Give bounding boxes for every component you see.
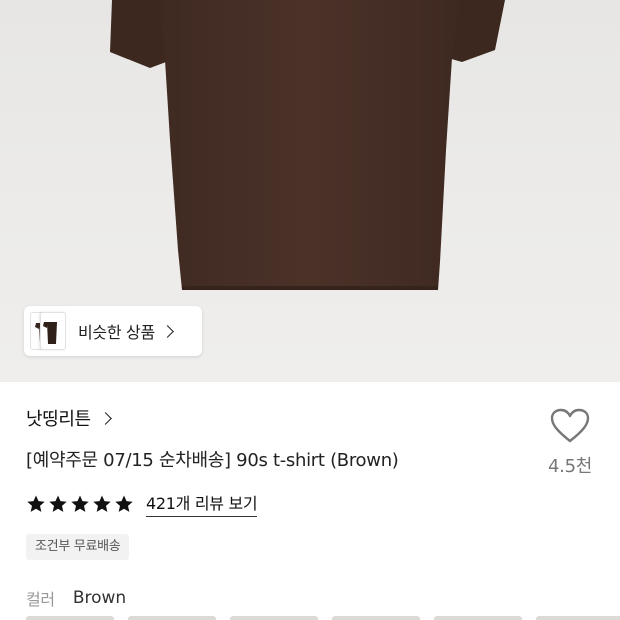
heart-icon	[550, 408, 590, 443]
similar-products-label: 비슷한 상품	[78, 323, 155, 342]
shipping-badge: 조건부 무료배송	[26, 534, 130, 560]
wishlist-button[interactable]: 4.5천	[538, 408, 602, 488]
option-label: 컬러	[26, 590, 55, 609]
color-swatch[interactable]	[332, 616, 420, 620]
chevron-right-icon	[161, 324, 174, 338]
similar-thumb-2	[40, 312, 66, 350]
brand-name: 낫띵리튼	[26, 409, 91, 430]
wishlist-count: 4.5천	[548, 456, 592, 477]
review-link[interactable]: 421개 리뷰 보기	[146, 490, 258, 517]
color-swatches	[26, 616, 620, 620]
similar-thumbnails	[24, 306, 68, 356]
color-swatch[interactable]	[128, 616, 216, 620]
star-icon	[115, 495, 133, 512]
color-swatch[interactable]	[434, 616, 522, 620]
similar-products-button[interactable]: 비슷한 상품	[24, 306, 202, 356]
color-option-row: 컬러 Brown	[26, 586, 126, 610]
product-title: [예약주문 07/15 순차배송] 90s t-shirt (Brown)	[26, 450, 399, 471]
chevron-right-icon	[98, 411, 112, 425]
brand-link[interactable]: 낫띵리튼	[26, 405, 112, 431]
star-rating	[26, 494, 136, 514]
color-swatch[interactable]	[26, 616, 114, 620]
color-swatch[interactable]	[536, 616, 620, 620]
star-icon	[49, 495, 67, 512]
product-image-hero[interactable]: 비슷한 상품	[0, 0, 620, 382]
rating-row: 421개 리뷰 보기	[26, 490, 258, 517]
star-icon	[71, 495, 89, 512]
star-icon	[93, 495, 111, 512]
option-value: Brown	[72, 588, 127, 608]
color-swatch[interactable]	[230, 616, 318, 620]
star-icon	[27, 495, 45, 512]
